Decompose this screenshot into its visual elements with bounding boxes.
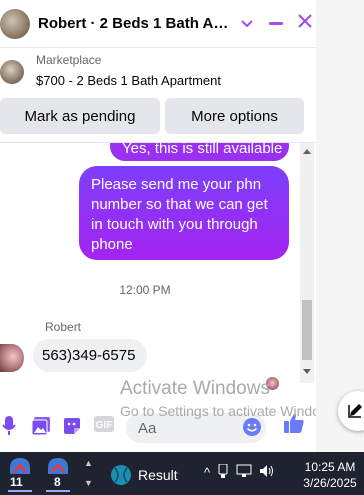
cricket-ball-icon xyxy=(111,465,131,485)
app-icon xyxy=(10,458,30,474)
listing-image xyxy=(0,60,24,84)
pen-icon[interactable] xyxy=(217,463,229,481)
scrollbar-thumb[interactable] xyxy=(302,300,312,360)
marketplace-label: Marketplace xyxy=(36,53,102,67)
clock-date: 3/26/2025 xyxy=(303,476,357,490)
message-input-placeholder: Aa xyxy=(138,420,157,437)
taskbar-scroll[interactable]: ▲ ▼ xyxy=(82,456,96,492)
taskbar-clock[interactable]: 10:25 AM 3/26/2025 xyxy=(300,459,360,491)
emoji-icon[interactable] xyxy=(242,417,262,442)
sticker-icon[interactable] xyxy=(62,416,82,441)
page-background xyxy=(316,0,364,452)
listing-actions: Mark as pending More options xyxy=(0,98,316,134)
outgoing-message-bubble: Please send me your phn number so that w… xyxy=(79,166,289,260)
outgoing-message-bubble: Yes, this is still available xyxy=(110,143,289,161)
minimize-icon[interactable] xyxy=(269,22,283,25)
chat-window: Robert · 2 Beds 1 Bath Apa... Marketplac… xyxy=(0,0,316,452)
svg-text:GIF: GIF xyxy=(96,420,113,431)
activate-windows-subtitle: Go to Settings to activate Windows. xyxy=(120,403,316,419)
network-icon[interactable] xyxy=(236,464,252,481)
scroll-up-icon[interactable] xyxy=(303,149,311,154)
activate-windows-title: Activate Windows xyxy=(120,378,270,399)
microphone-icon[interactable] xyxy=(2,416,16,441)
chevron-up-icon[interactable]: ▲ xyxy=(84,458,93,468)
clock-time: 10:25 AM xyxy=(304,460,356,474)
scroll-down-icon[interactable] xyxy=(303,369,311,374)
incoming-message-bubble: 563)349-6575 xyxy=(33,339,147,372)
sender-avatar[interactable] xyxy=(0,344,24,372)
taskbar-app-1[interactable]: 11 xyxy=(4,456,36,492)
chat-title[interactable]: Robert · 2 Beds 1 Bath Apa... xyxy=(38,15,233,32)
message-list: Yes, this is still available Please send… xyxy=(0,143,300,383)
volume-icon[interactable] xyxy=(259,464,275,481)
taskbar-badge: 11 xyxy=(10,475,23,489)
chevron-down-icon[interactable] xyxy=(241,16,253,32)
compose-icon xyxy=(347,401,364,424)
taskbar-active-indicator xyxy=(8,490,32,492)
chat-header: Robert · 2 Beds 1 Bath Apa... xyxy=(0,0,316,48)
taskbar-active-indicator xyxy=(46,490,70,492)
listing-thumbnail[interactable] xyxy=(0,8,30,39)
gallery-icon[interactable] xyxy=(31,416,51,441)
message-timestamp: 12:00 PM xyxy=(119,283,171,297)
taskbar: 11 8 ▲ ▼ Result ^ 10:25 AM 3/26/2025 xyxy=(0,452,364,495)
taskbar-badge: 8 xyxy=(54,475,61,489)
close-icon[interactable] xyxy=(297,13,313,34)
marketplace-listing[interactable]: Marketplace $700 - 2 Beds 1 Bath Apartme… xyxy=(0,52,316,94)
scrollbar[interactable] xyxy=(300,143,314,383)
sender-name: Robert xyxy=(45,320,82,334)
taskbar-result[interactable]: Result xyxy=(110,464,178,486)
app-icon xyxy=(48,458,68,474)
gif-icon[interactable]: GIF xyxy=(94,416,114,437)
chevron-up-icon[interactable]: ^ xyxy=(204,465,210,480)
mark-as-pending-button[interactable]: Mark as pending xyxy=(0,98,160,134)
taskbar-app-2[interactable]: 8 xyxy=(42,456,74,492)
listing-title: $700 - 2 Beds 1 Bath Apartment xyxy=(36,73,222,88)
result-label: Result xyxy=(138,467,178,483)
system-tray: ^ xyxy=(204,463,275,481)
more-options-button[interactable]: More options xyxy=(165,98,304,134)
chevron-down-icon[interactable]: ▼ xyxy=(84,478,93,488)
